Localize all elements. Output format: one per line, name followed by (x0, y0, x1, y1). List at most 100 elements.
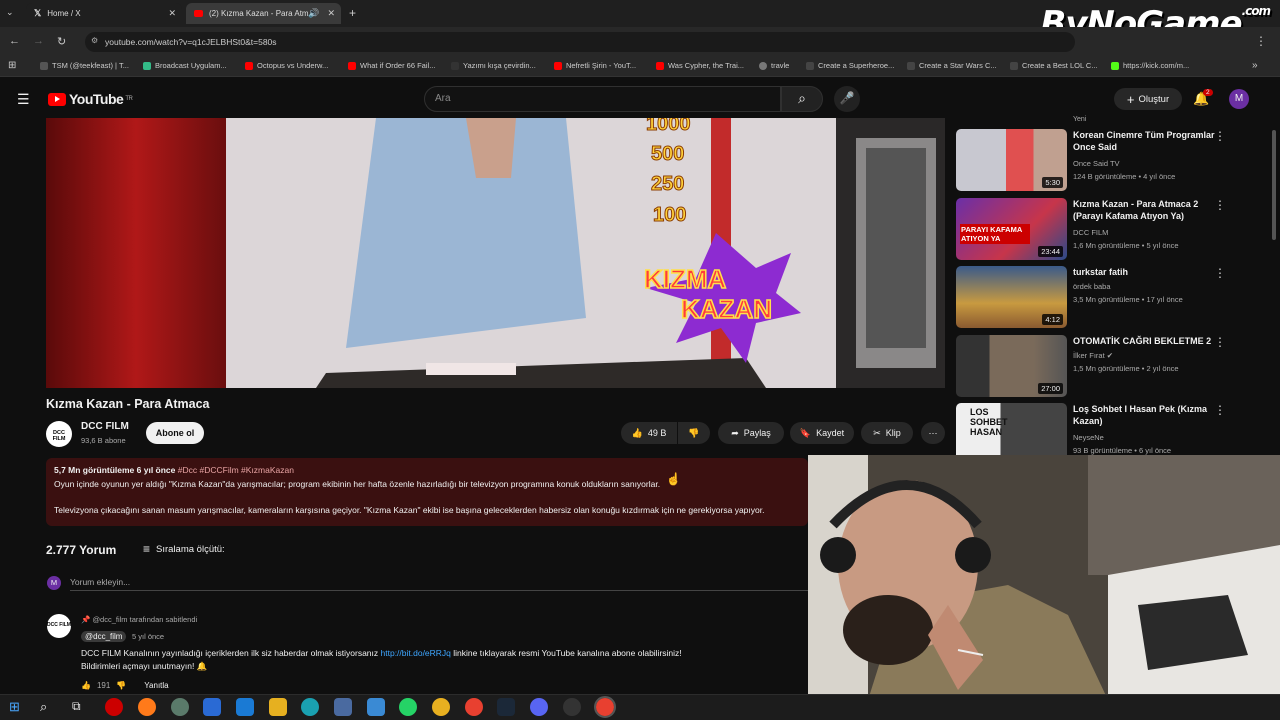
bookmarks-overflow-icon[interactable]: » (1252, 60, 1258, 71)
hamburger-menu-icon[interactable]: ☰ (17, 91, 30, 108)
chrome-icon[interactable] (432, 698, 450, 716)
whatsapp-icon[interactable] (399, 698, 417, 716)
subscriber-count: 93,6 B abone (81, 436, 126, 445)
close-tab-icon[interactable]: ✕ (327, 8, 335, 19)
search-input[interactable]: Ara (424, 86, 781, 112)
store-icon[interactable] (203, 698, 221, 716)
bookmark-item[interactable]: TSM (@teekfeast) | T... (40, 61, 129, 70)
video-thumbnail[interactable]: 4:12 (956, 266, 1067, 328)
app-icon[interactable] (171, 698, 189, 716)
more-vert-icon[interactable]: ⋮ (1214, 198, 1226, 212)
video-player[interactable]: KIZMA KAZAN 1000 500 250 100 (46, 118, 945, 388)
recommended-video[interactable]: PARAYI KAFAMA ATIYON YA 23:44 Kızma Kaza… (956, 198, 1256, 260)
create-button[interactable]: + Oluştur (1114, 88, 1182, 110)
new-tab-icon[interactable]: + (349, 6, 356, 20)
search-icon[interactable]: ⌕ (40, 699, 47, 715)
share-button[interactable]: ➦ Paylaş (718, 422, 784, 444)
more-actions-button[interactable]: ⋯ (921, 422, 945, 444)
steam-icon[interactable] (497, 698, 515, 716)
bookmark-item[interactable]: Was Cypher, the Trai... (656, 61, 744, 70)
tab-x-home[interactable]: 𝕏 Home / X ✕ (26, 3, 182, 24)
video-duration: 5:30 (1042, 177, 1063, 188)
recommended-video[interactable]: LOS SOHBET HASAN Loş Sohbet I Hasan Pek … (956, 403, 1256, 455)
recommended-video[interactable]: 27:00 OTOMATİK CAĞRI BEKLETME 2 İlker Fı… (956, 335, 1256, 397)
windows-start-icon[interactable]: ⊞ (9, 699, 20, 715)
account-avatar[interactable]: M (1229, 89, 1249, 109)
dislike-button[interactable]: 👎 (678, 422, 710, 444)
channel-name[interactable]: NeyseNe (1073, 431, 1104, 444)
search-button[interactable]: ⌕ (781, 86, 823, 112)
bookmark-item[interactable]: travle (759, 61, 789, 70)
hashtags[interactable]: #Dcc #DCCFilm #KızmaKazan (178, 465, 294, 475)
comment-author[interactable]: @dcc_film (81, 631, 127, 642)
firefox-icon[interactable] (138, 698, 156, 716)
video-thumbnail[interactable]: 27:00 (956, 335, 1067, 397)
speaker-icon[interactable]: 🔊 (308, 8, 319, 19)
comment-time[interactable]: 5 yıl önce (132, 632, 164, 641)
more-vert-icon[interactable]: ⋮ (1214, 335, 1226, 349)
clip-button[interactable]: ✂ Klip (861, 422, 913, 444)
channel-name[interactable]: İlker Fırat ✔ (1073, 349, 1113, 362)
app-icon[interactable] (367, 698, 385, 716)
comment-link[interactable]: http://bit.do/eRRJq (381, 648, 451, 658)
like-button[interactable]: 👍 49 B (621, 422, 677, 444)
x-logo-icon: 𝕏 (34, 8, 42, 18)
recommended-video[interactable]: 4:12 turkstar fatih ördek baba 3,5 Mn gö… (956, 266, 1256, 328)
apps-grid-icon[interactable]: ⊞ (8, 60, 16, 71)
reply-button[interactable]: Yanıtla (144, 681, 168, 690)
add-comment-input[interactable]: Yorum ekleyin... (70, 577, 808, 591)
bookmark-item[interactable]: Nefretli Şirin - YouT... (554, 61, 636, 70)
bookmark-item[interactable]: Octopus vs Underw... (245, 61, 328, 70)
site-info-icon[interactable]: ⚙ (91, 36, 98, 45)
bookmark-item[interactable]: Yazımı kışa çevirdin... (451, 61, 536, 70)
voice-search-button[interactable]: 🎤 (834, 86, 860, 112)
description-box[interactable]: 5,7 Mn görüntüleme 6 yıl önce #Dcc #DCCF… (46, 458, 808, 526)
bookmark-item[interactable]: Broadcast Uygulam... (143, 61, 227, 70)
chrome-active-icon[interactable] (594, 696, 616, 718)
sort-button[interactable]: ≡ Sıralama ölçütü: (143, 542, 225, 556)
youtube-logo[interactable]: YouTube TR (48, 91, 133, 107)
thumbs-up-icon[interactable]: 👍 (81, 681, 91, 690)
bookmark-item[interactable]: https://kick.com/m... (1111, 61, 1189, 70)
bookmark-item[interactable]: Create a Star Wars C... (907, 61, 997, 70)
url-field[interactable]: ⚙ youtube.com/watch?v=q1cJELBHSt0&t=580s (85, 32, 1075, 52)
video-title: OTOMATİK CAĞRI BEKLETME 2 (1073, 336, 1212, 346)
tab-list-chevron-icon[interactable]: ⌄ (6, 7, 14, 18)
webcam-feed (808, 455, 1280, 700)
recommended-video[interactable]: 5:30 Korean Cinemre Tüm Programlar Once … (956, 129, 1256, 191)
bookmark-item[interactable]: What if Order 66 Fail... (348, 61, 435, 70)
video-thumbnail[interactable]: 5:30 (956, 129, 1067, 191)
tab-youtube-active[interactable]: (2) Kızma Kazan - Para Atm 🔊 ✕ (186, 3, 341, 24)
chrome-profile-icon[interactable] (465, 698, 483, 716)
channel-name[interactable]: Once Said TV (1073, 157, 1120, 170)
video-thumbnail[interactable]: PARAYI KAFAMA ATIYON YA 23:44 (956, 198, 1067, 260)
browser-menu-icon[interactable]: ⋮ (1255, 34, 1267, 48)
obs-icon[interactable] (563, 698, 581, 716)
discord-icon[interactable] (530, 698, 548, 716)
sidebar-scrollbar[interactable] (1272, 130, 1276, 240)
commenter-avatar[interactable]: DCC FILM (47, 614, 71, 638)
mail-icon[interactable] (236, 698, 254, 716)
file-explorer-icon[interactable] (269, 698, 287, 716)
bookmark-item[interactable]: Create a Best LOL C... (1010, 61, 1098, 70)
thumbs-down-icon[interactable]: 👎 (116, 681, 126, 690)
more-vert-icon[interactable]: ⋮ (1214, 266, 1226, 280)
bookmark-item[interactable]: Create a Superheroe... (806, 61, 894, 70)
task-view-icon[interactable]: ⧉ (72, 699, 81, 714)
more-vert-icon[interactable]: ⋮ (1214, 129, 1226, 143)
channel-name[interactable]: ördek baba (1073, 280, 1111, 293)
channel-name[interactable]: DCC FILM (81, 421, 129, 432)
back-icon[interactable]: ← (9, 35, 20, 47)
opera-icon[interactable] (105, 698, 123, 716)
channel-avatar[interactable]: DCC FILM (46, 421, 72, 447)
forward-icon[interactable]: → (33, 35, 44, 47)
edge-icon[interactable] (301, 698, 319, 716)
video-thumbnail[interactable]: LOS SOHBET HASAN (956, 403, 1067, 455)
more-vert-icon[interactable]: ⋮ (1214, 403, 1226, 417)
reload-icon[interactable]: ↻ (57, 35, 66, 48)
subscribe-button[interactable]: Abone ol (146, 422, 204, 444)
save-button[interactable]: 🔖 Kaydet (790, 422, 854, 444)
app-icon[interactable] (334, 698, 352, 716)
close-tab-icon[interactable]: ✕ (168, 8, 176, 19)
channel-name[interactable]: DCC FILM (1073, 226, 1108, 239)
